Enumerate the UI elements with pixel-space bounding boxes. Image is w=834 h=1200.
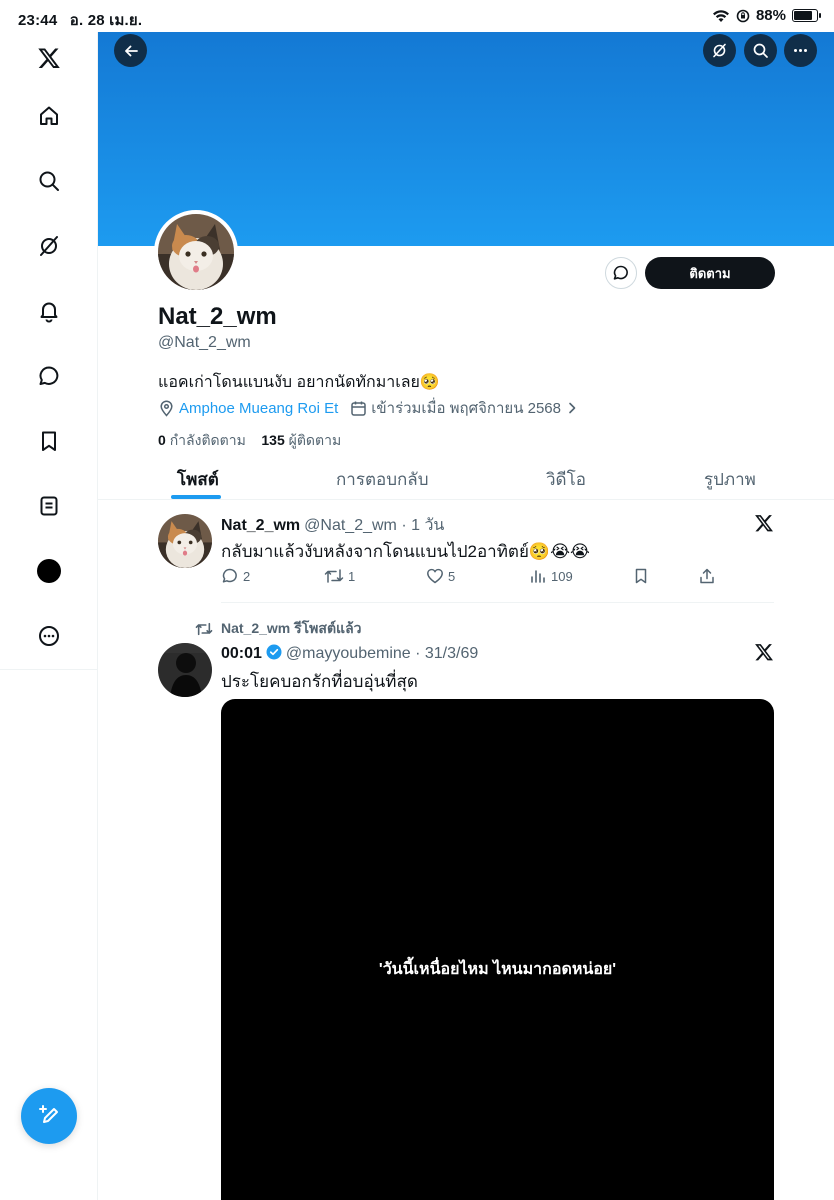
search-icon[interactable] [33, 165, 65, 197]
location-pin-icon [160, 400, 173, 417]
verified-badge-icon [266, 644, 282, 660]
following-count: 0 [158, 432, 166, 448]
views-count: 109 [551, 568, 573, 584]
tweet-header: 00:01 @mayyoubemine · 31/3/69 [221, 642, 478, 663]
calendar-icon [351, 401, 367, 416]
search-profile-button[interactable] [744, 34, 777, 67]
heart-icon [427, 568, 443, 584]
repost-icon [195, 622, 213, 636]
repost-icon [324, 569, 344, 583]
profile-meta: Amphoe Mueang Roi Et เข้าร่วมเมื่อ พฤศจิ… [158, 396, 579, 420]
active-tab-indicator [171, 495, 221, 499]
video-caption: 'วันนี้เหนื่อยไหม ไหนมากอดหน่อย' [378, 961, 617, 978]
notifications-icon[interactable] [33, 295, 65, 327]
tweet-text: ประโยคบอกรักที่อบอุ่นที่สุด [221, 672, 418, 691]
tweet-header: Nat_2_wm @Nat_2_wm · 1 วัน [221, 513, 444, 538]
orientation-lock-icon [736, 9, 750, 22]
following-label: กำลังติดตาม [169, 432, 246, 448]
tweet-avatar[interactable] [158, 514, 212, 568]
cat-avatar-image [158, 214, 234, 290]
wifi-icon [712, 9, 729, 22]
bookmark-button[interactable] [632, 567, 650, 585]
joined-date: เข้าร่วมเมื่อ พฤศจิกายน 2568 [371, 400, 561, 417]
status-date: อ. 28 เม.ย. [69, 12, 143, 29]
tweet-author-name[interactable]: 00:01 [221, 645, 262, 663]
reply-button[interactable]: 2 [221, 567, 250, 585]
tweet-video[interactable]: 'วันนี้เหนื่อยไหม ไหนมากอดหน่อย' [221, 699, 774, 1200]
profile-bio: แอคเก่าโดนแบนงับ อยากนัดทักมาเลย🥺 [158, 374, 440, 391]
views-button[interactable]: 109 [529, 567, 573, 585]
x-logo-icon[interactable] [33, 42, 65, 74]
share-icon [700, 568, 714, 584]
cat-avatar-image [158, 514, 212, 568]
repost-indicator: Nat_2_wm รีโพสต์แล้ว [195, 618, 362, 640]
tab-videos[interactable]: วิดีโอ [546, 466, 586, 493]
more-horizontal-icon [794, 49, 807, 52]
left-nav [0, 32, 98, 1200]
profile-avatar[interactable] [154, 210, 238, 294]
bookmarks-icon[interactable] [33, 425, 65, 457]
x-logo-icon [755, 515, 773, 532]
messages-icon[interactable] [33, 360, 65, 392]
tweet-handle-time: @Nat_2_wm · 1 วัน [304, 517, 445, 534]
reply-icon [222, 568, 237, 583]
reply-count: 2 [243, 568, 251, 584]
views-icon [531, 570, 545, 583]
arrow-left-icon [124, 45, 138, 56]
tweet-avatar[interactable] [158, 643, 212, 697]
compose-icon [39, 1105, 58, 1123]
bookmark-icon [635, 568, 647, 584]
tab-replies[interactable]: การตอบกลับ [336, 466, 429, 493]
follow-stats: 0 กำลังติดตาม 135 ผู้ติดตาม [158, 430, 341, 452]
follow-button[interactable]: ติดตาม [645, 257, 775, 289]
home-icon[interactable] [33, 100, 65, 132]
message-button[interactable] [605, 257, 637, 289]
profile-tabs: โพสต์ การตอบกลับ วิดีโอ รูปภาพ [98, 456, 834, 500]
lists-icon[interactable] [33, 490, 65, 522]
repost-count: 1 [348, 568, 356, 584]
display-name: Nat_2_wm [158, 303, 277, 330]
followers-label: ผู้ติดตาม [288, 432, 342, 448]
nav-divider [0, 669, 98, 670]
tweet-handle-time: @mayyoubemine · 31/3/69 [285, 645, 479, 662]
followers-count: 135 [261, 432, 285, 448]
share-button[interactable] [698, 567, 716, 585]
status-bar: 23:44 อ. 28 เม.ย. 88% [0, 0, 834, 32]
tweet-actions: 2 1 5 109 [221, 567, 721, 589]
profile-handle: @Nat_2_wm [158, 334, 251, 351]
tweet-separator [221, 602, 774, 603]
x-logo-icon [755, 644, 773, 661]
following-link[interactable]: 0 กำลังติดตาม [158, 432, 246, 448]
tweet-author-name[interactable]: Nat_2_wm [221, 517, 300, 535]
more-icon[interactable] [33, 620, 65, 652]
battery-icon [792, 9, 821, 22]
status-time: 23:44 [18, 12, 58, 29]
tab-photos[interactable]: รูปภาพ [704, 466, 756, 493]
like-count: 5 [448, 568, 456, 584]
like-button[interactable]: 5 [426, 567, 455, 585]
grok-icon[interactable] [33, 230, 65, 262]
profile-icon[interactable] [33, 555, 65, 587]
search-icon [753, 43, 768, 58]
repost-button[interactable]: 1 [324, 567, 355, 585]
tab-posts[interactable]: โพสต์ [177, 466, 219, 493]
battery-percent: 88% [755, 7, 786, 24]
tweet-text: กลับมาแล้วงับหลังจากโดนแบนไป2อาทิตย์🥺😭😭 [221, 542, 590, 561]
location-link[interactable]: Amphoe Mueang Roi Et [179, 400, 338, 417]
chevron-right-icon[interactable] [565, 401, 579, 415]
back-button[interactable] [114, 34, 147, 67]
more-options-button[interactable] [784, 34, 817, 67]
repost-label[interactable]: Nat_2_wm รีโพสต์แล้ว [221, 618, 362, 640]
followers-link[interactable]: 135 ผู้ติดตาม [261, 432, 341, 448]
grok-icon [713, 43, 726, 58]
grok-button[interactable] [703, 34, 736, 67]
silhouette-avatar-image [158, 643, 212, 697]
message-icon [613, 265, 628, 280]
compose-button[interactable] [21, 1088, 77, 1144]
